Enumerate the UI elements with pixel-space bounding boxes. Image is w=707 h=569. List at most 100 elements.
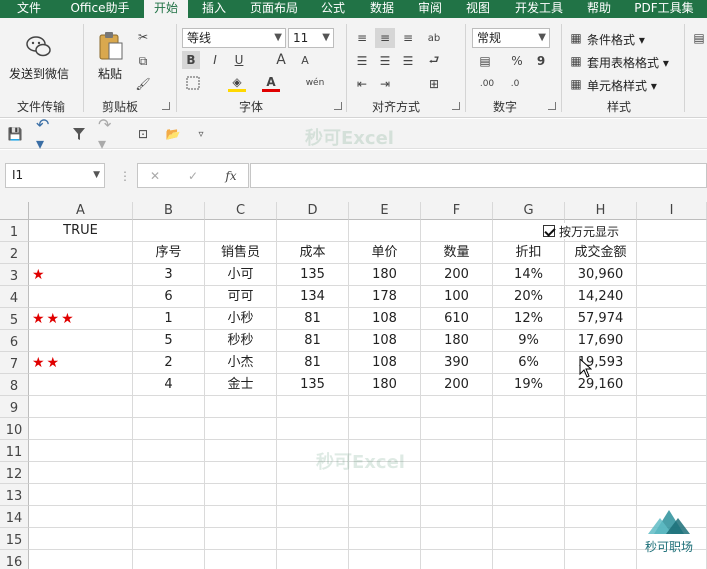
cell-g9[interactable]	[493, 396, 565, 418]
cell-a16[interactable]	[29, 550, 133, 569]
select-all-corner[interactable]	[0, 202, 29, 220]
row-header-10[interactable]: 10	[0, 418, 29, 440]
cell-b13[interactable]	[133, 484, 205, 506]
cell-d14[interactable]	[277, 506, 349, 528]
table-cell-qty[interactable]: 180	[421, 330, 493, 352]
row-header-8[interactable]: 8	[0, 374, 29, 396]
cell-d1[interactable]	[277, 220, 349, 242]
cell-g14[interactable]	[493, 506, 565, 528]
cancel-icon[interactable]: ✕	[146, 167, 164, 185]
number-format-select[interactable]: 常规 ▼	[472, 28, 550, 48]
cell-f1[interactable]	[421, 220, 493, 242]
cell-a14[interactable]	[29, 506, 133, 528]
cell-d9[interactable]	[277, 396, 349, 418]
format-as-table-button[interactable]: 套用表格格式 ▾	[587, 54, 669, 71]
table-cell-disc[interactable]: 9%	[493, 330, 565, 352]
splitter-icon[interactable]: ⋮	[119, 169, 131, 183]
table-cell-cost[interactable]: 134	[277, 286, 349, 308]
align-bottom-icon[interactable]: ≡	[398, 28, 418, 48]
table-cell-cost[interactable]: 135	[277, 264, 349, 286]
table-cell-name[interactable]: 金士	[205, 374, 277, 396]
table-header[interactable]: 折扣	[493, 242, 565, 264]
tab-insert[interactable]: 插入	[193, 0, 235, 18]
grow-font-button[interactable]: A	[272, 51, 290, 69]
tab-file[interactable]: 文件	[0, 0, 58, 18]
cell-g16[interactable]	[493, 550, 565, 569]
align-center-icon[interactable]: ☰	[375, 51, 395, 71]
table-cell-cost[interactable]: 135	[277, 374, 349, 396]
cell-e10[interactable]	[349, 418, 421, 440]
row-header-11[interactable]: 11	[0, 440, 29, 462]
insert-cells-icon[interactable]: ▤	[692, 30, 706, 46]
cell-c14[interactable]	[205, 506, 277, 528]
column-header-e[interactable]: E	[349, 202, 421, 220]
row-header-5[interactable]: 5	[0, 308, 29, 330]
column-header-c[interactable]: C	[205, 202, 277, 220]
decrease-indent-icon[interactable]: ⇤	[352, 74, 372, 94]
cell-h13[interactable]	[565, 484, 637, 506]
tab-view[interactable]: 视图	[458, 0, 498, 18]
table-cell-seq[interactable]: 1	[133, 308, 205, 330]
cell-c10[interactable]	[205, 418, 277, 440]
cell-f12[interactable]	[421, 462, 493, 484]
shrink-font-button[interactable]: A	[296, 51, 314, 69]
table-cell-name[interactable]: 可可	[205, 286, 277, 308]
table-cell-name[interactable]: 小可	[205, 264, 277, 286]
tab-developer[interactable]: 开发工具	[507, 0, 571, 18]
cell-a2[interactable]	[29, 242, 133, 264]
tab-data[interactable]: 数据	[362, 0, 402, 18]
comma-style-button[interactable]: 9	[532, 52, 550, 70]
table-cell-amount[interactable]: 17,690	[565, 330, 637, 352]
cell-c16[interactable]	[205, 550, 277, 569]
cell-d16[interactable]	[277, 550, 349, 569]
rating-stars[interactable]	[29, 330, 133, 352]
tab-office-helper[interactable]: Office助手	[62, 0, 138, 18]
row-header-1[interactable]: 1	[0, 220, 29, 242]
cell-i10[interactable]	[637, 418, 707, 440]
cell-i12[interactable]	[637, 462, 707, 484]
cell-c1[interactable]	[205, 220, 277, 242]
cell-h11[interactable]	[565, 440, 637, 462]
table-cell-qty[interactable]: 610	[421, 308, 493, 330]
cell-c11[interactable]	[205, 440, 277, 462]
cell-e13[interactable]	[349, 484, 421, 506]
cell-g12[interactable]	[493, 462, 565, 484]
cell-a12[interactable]	[29, 462, 133, 484]
column-header-a[interactable]: A	[29, 202, 133, 220]
cell-e9[interactable]	[349, 396, 421, 418]
format-painter-icon[interactable]: 🖌	[134, 75, 152, 93]
table-cell-price[interactable]: 180	[349, 374, 421, 396]
cell-g11[interactable]	[493, 440, 565, 462]
cell-b1[interactable]	[133, 220, 205, 242]
column-header-i[interactable]: I	[637, 202, 707, 220]
rating-stars[interactable]: ★★★	[29, 308, 133, 330]
table-cell-seq[interactable]: 3	[133, 264, 205, 286]
cell-styles-button[interactable]: 单元格样式 ▾	[587, 77, 657, 94]
row-header-9[interactable]: 9	[0, 396, 29, 418]
tab-pdf-tools[interactable]: PDF工具集	[628, 0, 700, 18]
cell-d13[interactable]	[277, 484, 349, 506]
row-header-2[interactable]: 2	[0, 242, 29, 264]
show-in-wan-checkbox[interactable]: 按万元显示	[543, 223, 620, 239]
merge-center-icon[interactable]: ⊞	[424, 74, 444, 94]
increase-decimal-icon[interactable]: .00	[476, 75, 498, 93]
customize-qat-icon[interactable]: ▿	[194, 125, 208, 143]
table-cell-disc[interactable]: 6%	[493, 352, 565, 374]
insert-function-icon[interactable]: fx	[220, 167, 242, 185]
decrease-decimal-icon[interactable]: .0	[504, 75, 526, 93]
cell-i7[interactable]	[637, 352, 707, 374]
enter-icon[interactable]: ✓	[184, 167, 202, 185]
table-header[interactable]: 序号	[133, 242, 205, 264]
row-header-6[interactable]: 6	[0, 330, 29, 352]
italic-button[interactable]: I	[206, 51, 224, 69]
cell-c13[interactable]	[205, 484, 277, 506]
cell-c15[interactable]	[205, 528, 277, 550]
table-header[interactable]: 成交金额	[565, 242, 637, 264]
underline-button[interactable]: U	[230, 51, 248, 69]
table-cell-amount[interactable]: 14,240	[565, 286, 637, 308]
table-cell-amount[interactable]: 19,593	[565, 352, 637, 374]
tab-help[interactable]: 帮助	[579, 0, 619, 18]
table-cell-name[interactable]: 小秒	[205, 308, 277, 330]
cell-f16[interactable]	[421, 550, 493, 569]
table-cell-disc[interactable]: 19%	[493, 374, 565, 396]
